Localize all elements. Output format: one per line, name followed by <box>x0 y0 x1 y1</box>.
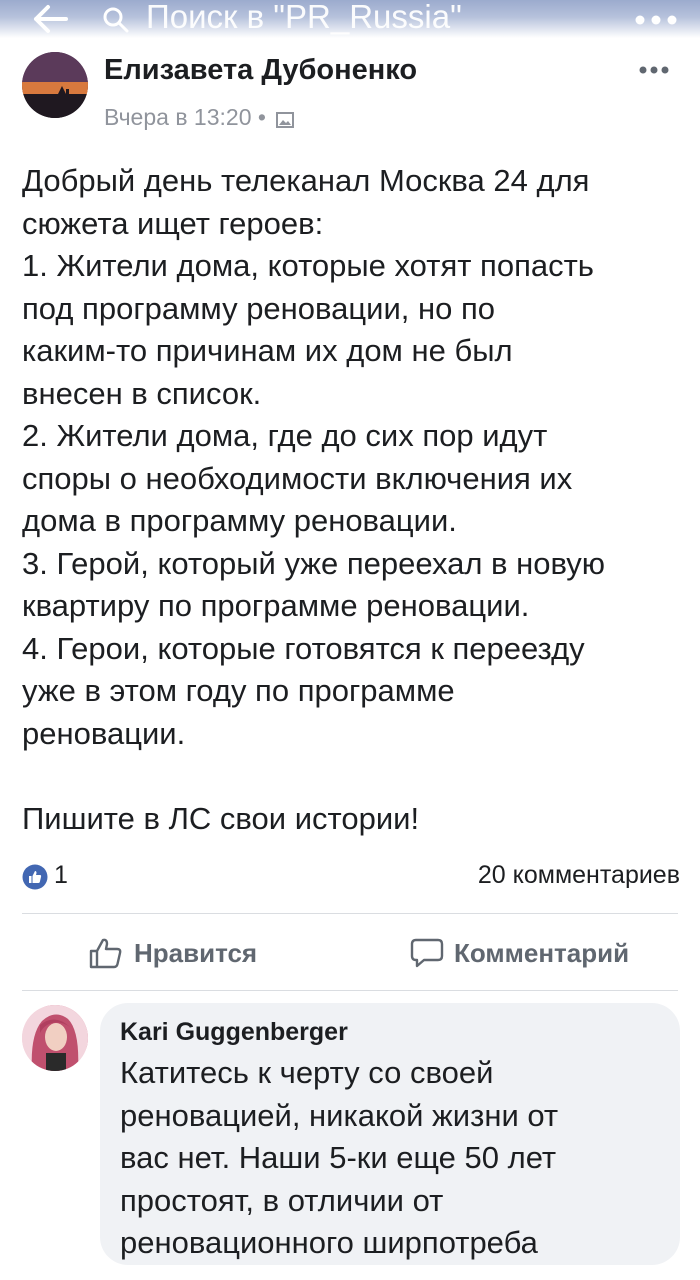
post-text-line: Добрый день телеканал Москва 24 для <box>22 163 590 198</box>
post-text-line: 1. Жители дома, которые хотят попасть <box>22 248 594 283</box>
like-button-label: Нравится <box>134 937 258 968</box>
comment-button-label: Комментарий <box>454 937 630 968</box>
post-text: Добрый день телеканал Москва 24 для сюже… <box>22 160 692 840</box>
post-text-line: под программу реновации, но по <box>22 290 496 326</box>
photo-icon <box>276 107 295 128</box>
comment-text-line: вас нет. Наши 5-ки еще 50 лет <box>120 1140 557 1175</box>
post-text-line: 2. Жители дома, где до сих пор идут <box>22 418 548 453</box>
comment-text: Катитесь к черту со своей реновацией, ни… <box>120 1052 670 1265</box>
post-text-line: уже в этом году по программе <box>22 673 455 708</box>
like-button[interactable]: Нравится <box>88 928 257 978</box>
comment-icon <box>410 938 444 968</box>
author-avatar[interactable] <box>22 52 88 118</box>
comment-text-line: реновационного ширпотреба <box>120 1225 538 1260</box>
post-text-line: споры о необходимости включения их <box>22 460 573 496</box>
post-text-line: 3. Герой, который уже переехал в новую <box>22 545 606 581</box>
post-text-line: Пишите в ЛС свои истории! <box>22 800 420 836</box>
post-text-line: сюжета ищет героев: <box>22 205 324 241</box>
divider <box>22 913 678 914</box>
post-text-line: реновации. <box>22 715 186 751</box>
back-arrow-icon[interactable] <box>30 2 70 36</box>
post-text-line: квартиру по программе реновации. <box>22 588 530 623</box>
comment-author-name[interactable]: Kari Guggenberger <box>120 1018 348 1047</box>
post-text-line: внесен в список. <box>22 375 262 411</box>
comment-button[interactable]: Комментарий <box>410 928 629 978</box>
search-icon[interactable] <box>102 6 130 34</box>
comment-text-line: реновацией, никакой жизни от <box>120 1097 559 1133</box>
more-icon[interactable] <box>632 10 680 30</box>
comment-text-line: простоят, в отличии от <box>120 1182 444 1218</box>
divider <box>22 990 678 991</box>
comment-text-line: Катитесь к черту со своей <box>120 1055 494 1090</box>
post-timestamp: Вчера в 13:20 • <box>104 104 295 131</box>
like-count[interactable]: 1 <box>54 861 68 890</box>
comment-count[interactable]: 20 комментариев <box>478 861 680 890</box>
post-author-name[interactable]: Елизавета Дубоненко <box>104 54 417 87</box>
post-time: Вчера в 13:20 • <box>104 104 266 130</box>
post-text-line <box>22 755 692 798</box>
thumbs-up-icon <box>89 938 122 969</box>
post-more-icon[interactable] <box>638 62 670 74</box>
search-input[interactable]: Поиск в "PR_Russia" <box>146 0 462 36</box>
like-reaction-icon[interactable] <box>22 864 48 890</box>
commenter-avatar[interactable] <box>22 1005 88 1071</box>
post-text-line: 4. Герои, которые готовятся к переезду <box>22 630 585 666</box>
top-bar: Поиск в "PR_Russia" <box>0 0 700 38</box>
post-text-line: каким-то причинам их дом не был <box>22 333 513 368</box>
post-text-line: дома в программу реновации. <box>22 503 457 538</box>
